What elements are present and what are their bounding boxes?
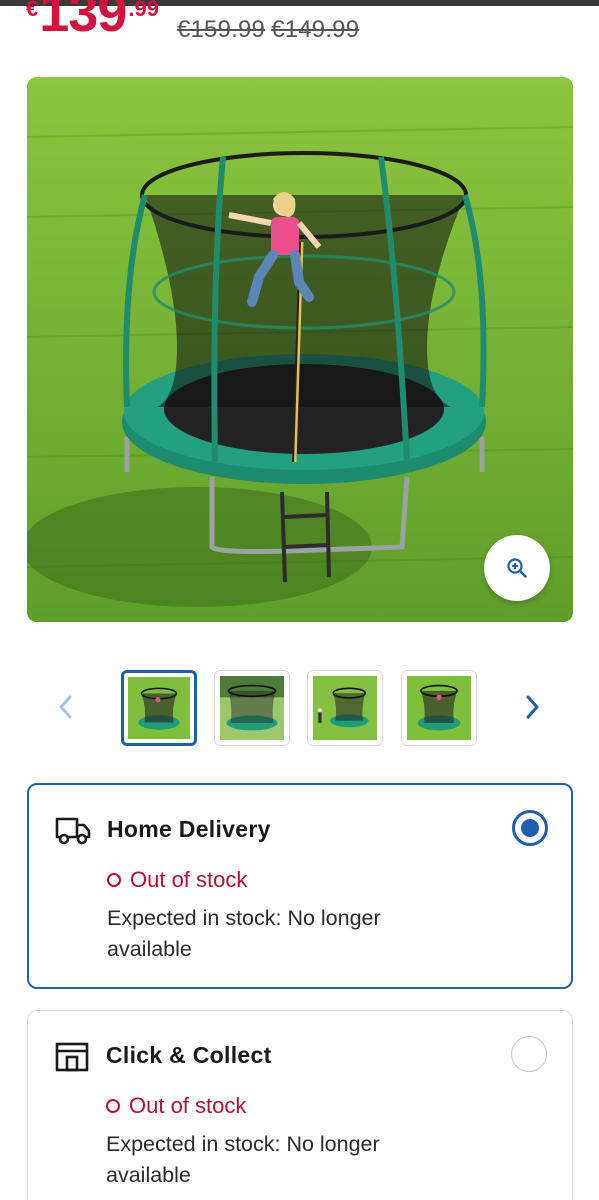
previous-image-button[interactable] — [50, 692, 80, 722]
status-dot-icon — [106, 1099, 120, 1113]
thumbnail-image — [220, 676, 284, 740]
thumbnail-image — [313, 676, 377, 740]
stock-status-text: Out of stock — [130, 867, 248, 892]
home-delivery-radio[interactable] — [512, 810, 548, 846]
thumbnail-1[interactable] — [121, 670, 197, 746]
next-image-button[interactable] — [518, 692, 548, 722]
expected-stock-text: Expected in stock: No longer available — [107, 906, 381, 961]
price-currency: € — [26, 0, 39, 21]
thumbnail-3[interactable] — [307, 670, 383, 746]
expected-stock-text: Expected in stock: No longer available — [106, 1132, 380, 1187]
thumbnail-2[interactable] — [214, 670, 290, 746]
zoom-button[interactable] — [484, 535, 550, 601]
thumbnail-image — [128, 677, 190, 739]
click-and-collect-radio[interactable] — [511, 1036, 547, 1072]
price-row: € 139 .99 €159.99 €149.99 — [26, 0, 359, 46]
stock-status: Out of stock — [107, 867, 247, 893]
original-price-2: €149.99 — [271, 16, 360, 43]
truck-icon — [55, 815, 91, 847]
trampoline-illustration — [27, 77, 573, 622]
option-title: Home Delivery — [107, 816, 271, 842]
price-whole: 139 — [39, 0, 127, 43]
option-title: Click & Collect — [106, 1042, 272, 1068]
stock-status: Out of stock — [106, 1093, 246, 1119]
status-dot-icon — [107, 873, 121, 887]
click-and-collect-option[interactable]: Click & Collect Out of stock Expected in… — [27, 1010, 573, 1200]
current-price: € 139 .99 — [26, 0, 159, 40]
product-main-image[interactable] — [27, 77, 573, 622]
store-icon — [54, 1041, 90, 1073]
chevron-right-icon — [526, 695, 539, 719]
chevron-left-icon — [59, 695, 72, 719]
thumbnail-carousel — [0, 668, 599, 748]
price-cents: .99 — [128, 0, 159, 21]
stock-status-text: Out of stock — [129, 1093, 247, 1118]
thumbnail-image — [407, 676, 471, 740]
original-price-1: €159.99 — [176, 16, 266, 43]
home-delivery-option[interactable]: Home Delivery Out of stock Expected in s… — [27, 783, 573, 989]
zoom-in-icon — [507, 558, 527, 578]
thumbnail-4[interactable] — [401, 670, 477, 746]
